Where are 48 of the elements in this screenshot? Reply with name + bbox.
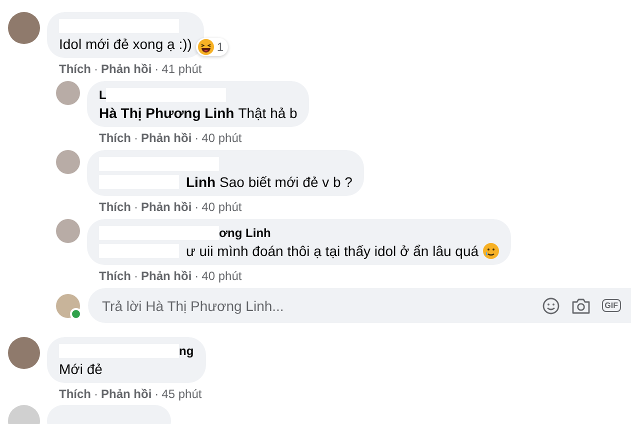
timestamp[interactable]: 40 phút (202, 269, 242, 283)
reply-link[interactable]: Phản hồi (101, 387, 152, 401)
reply-link[interactable]: Phản hồi (141, 269, 192, 283)
laughing-face-icon (198, 39, 214, 55)
mention-link[interactable]: Hà Thị Phương Linh (99, 104, 234, 122)
avatar-photo[interactable] (56, 81, 80, 105)
comment-text: Sao biết mới đẻ v b ? (220, 173, 352, 191)
like-link[interactable]: Thích (99, 200, 131, 214)
commenter-name[interactable]: ng (179, 344, 194, 358)
comment-text: Thật hả b (238, 104, 298, 122)
avatar-photo[interactable] (56, 150, 80, 174)
reply-input-field[interactable]: Trả lời Hà Thị Phương Linh... GIF (88, 288, 631, 323)
separator-dot: · (194, 131, 199, 145)
separator-dot: · (154, 387, 159, 401)
like-link[interactable]: Thích (99, 131, 131, 145)
separator-dot: · (134, 269, 138, 283)
like-link[interactable]: Thích (99, 269, 131, 283)
commenter-name[interactable]: ơng Linh (219, 226, 271, 240)
reaction-badge[interactable]: 1 (196, 38, 228, 56)
comment-text: ư uii mình đoán thôi ạ tại thấy idol ở ẩn lâu quá (186, 242, 479, 260)
separator-dot: · (94, 62, 98, 76)
separator-dot: · (194, 269, 199, 283)
mention-link[interactable]: Linh (186, 173, 216, 191)
like-link[interactable]: Thích (59, 387, 91, 401)
timestamp[interactable]: 41 phút (162, 62, 202, 76)
separator-dot: · (134, 131, 138, 145)
commenter-name[interactable]: L (99, 88, 106, 102)
reply-link[interactable]: Phản hồi (141, 131, 192, 145)
separator-dot: · (154, 62, 159, 76)
like-link[interactable]: Thích (59, 62, 91, 76)
avatar-photo[interactable] (8, 337, 40, 369)
emoji-icon[interactable] (542, 296, 560, 314)
reaction-count: 1 (216, 40, 224, 54)
avatar-photo[interactable] (8, 12, 40, 44)
gif-button[interactable]: GIF (602, 299, 621, 312)
reply-link[interactable]: Phản hồi (101, 62, 152, 76)
camera-icon[interactable] (572, 298, 590, 314)
timestamp[interactable]: 40 phút (202, 131, 242, 145)
separator-dot: · (134, 200, 138, 214)
timestamp[interactable]: 45 phút (162, 387, 202, 401)
comment-text: Idol mới đẻ xong ạ :)) (59, 35, 192, 53)
avatar-photo[interactable] (56, 219, 80, 243)
teary-smile-icon (482, 243, 499, 259)
timestamp[interactable]: 40 phút (202, 200, 242, 214)
separator-dot: · (194, 200, 199, 214)
separator-dot: · (94, 387, 98, 401)
reply-link[interactable]: Phản hồi (141, 200, 192, 214)
comment-text: Mới đẻ (59, 360, 102, 378)
